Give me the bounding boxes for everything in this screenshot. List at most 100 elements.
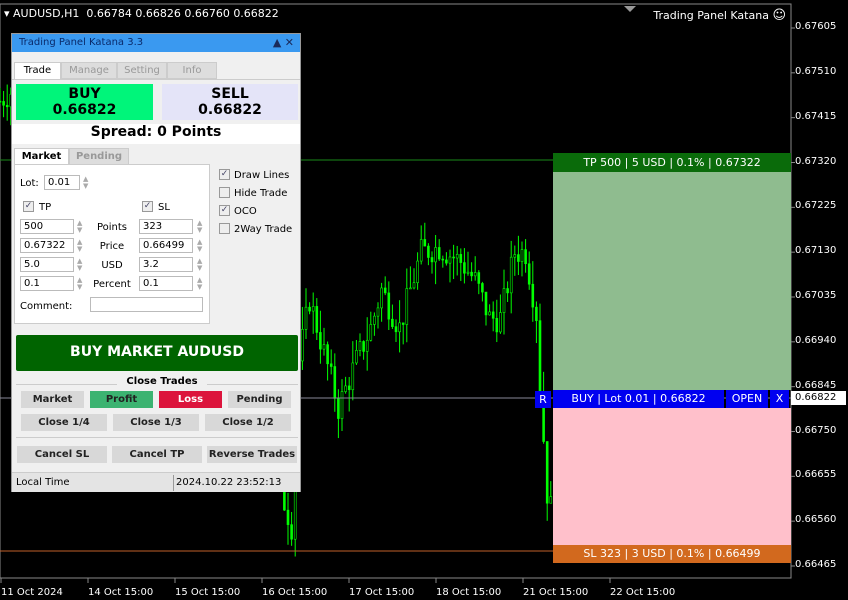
close-order-button[interactable]: X [770, 390, 789, 408]
sl-stepper[interactable]: ▲ ▼ [197, 277, 202, 291]
sl-stepper[interactable]: ▲ ▼ [197, 220, 202, 234]
candle-body [445, 259, 448, 264]
close-profit-button[interactable]: Profit [90, 391, 153, 408]
tp-checkbox[interactable]: ✓ [23, 201, 34, 212]
option-checkbox[interactable]: ✓ [219, 205, 230, 216]
close-loss-button[interactable]: Loss [159, 391, 222, 408]
trading-panel: Trading Panel Katana 3.3 ▲ ✕ Trade Manage… [11, 33, 301, 492]
option-label: Hide Trade [234, 188, 288, 199]
tp-bar[interactable]: TP 500 | 5 USD | 0.1% | 0.67322 [553, 153, 791, 172]
sell-price: 0.66822 [198, 102, 262, 118]
candle-body [477, 272, 481, 284]
close-fraction-button[interactable]: Close 1/4 [21, 414, 107, 431]
candle-body [365, 339, 369, 352]
candle-body [344, 385, 347, 392]
option-checkbox[interactable] [219, 223, 230, 234]
tp-usd-input[interactable]: 5.0 [20, 257, 74, 272]
sl-bar[interactable]: SL 323 | 3 USD | 0.1% | 0.66499 [553, 545, 791, 563]
sl-stepper[interactable]: ▲ ▼ [197, 239, 202, 253]
candle-body [405, 288, 409, 325]
cancel-tp-button[interactable]: Cancel TP [112, 446, 202, 463]
reverse-button[interactable]: R [535, 391, 551, 408]
close-fraction-button[interactable]: Close 1/3 [113, 414, 199, 431]
tp-stepper[interactable]: ▲ ▼ [77, 258, 82, 272]
candle-body [337, 398, 340, 419]
row-label: Points [96, 222, 128, 233]
x-tick-label: 15 Oct 15:00 [175, 587, 241, 598]
candle-body [419, 239, 423, 262]
lot-input[interactable]: 0.01 [44, 175, 80, 190]
tp-stepper[interactable]: ▲ ▼ [77, 239, 82, 253]
close-fraction-button[interactable]: Close 1/2 [205, 414, 291, 431]
close-market-button[interactable]: Market [21, 391, 84, 408]
candle-body [441, 258, 445, 261]
candle-body [434, 247, 437, 263]
tab-info[interactable]: Info [167, 62, 217, 79]
sl-usd-input[interactable]: 3.2 [139, 257, 193, 272]
sell-button[interactable]: SELL 0.66822 [162, 84, 298, 120]
sl-points-input[interactable]: 323 [139, 219, 193, 234]
candle-body [430, 257, 434, 263]
candle-body [326, 344, 329, 365]
y-tick-label: 0.67510 [795, 65, 837, 77]
candle-body [499, 312, 502, 333]
market-form: Lot: 0.01 ▲ ▼ ✓ TP ✓ SL 500 ▲ ▼ Points 323… [14, 164, 210, 324]
candle-body [311, 306, 315, 312]
status-bar: Local Time 2024.10.22 23:52:13 [12, 472, 300, 492]
candle-body [394, 326, 398, 333]
smile-icon: ☺ [772, 8, 786, 23]
cancel-sl-button[interactable]: Cancel SL [17, 446, 107, 463]
subtab-pending[interactable]: Pending [69, 148, 129, 165]
buy-market-button[interactable]: BUY MARKET AUDUSD [16, 335, 298, 371]
candle-body [373, 315, 376, 325]
tp-percent-input[interactable]: 0.1 [20, 276, 74, 291]
candle-body [470, 271, 473, 277]
candle-body [455, 254, 459, 259]
order-bar[interactable]: BUY | Lot 0.01 | 0.66822 [553, 390, 724, 408]
open-button[interactable]: OPEN [726, 390, 768, 408]
sl-checkbox[interactable]: ✓ [142, 201, 153, 212]
y-tick-label: 0.67035 [795, 290, 837, 301]
sl-percent-input[interactable]: 0.1 [139, 276, 193, 291]
minimize-close-icon[interactable]: ▲ ✕ [273, 36, 294, 49]
candle-body [448, 256, 452, 264]
tab-manage[interactable]: Manage [61, 62, 117, 79]
comment-input[interactable] [90, 297, 203, 312]
close-pending-button[interactable]: Pending [228, 391, 291, 408]
spread-label: Spread: 0 Points [12, 124, 300, 144]
option-label: Draw Lines [234, 170, 290, 181]
option-checkbox[interactable]: ✓ [219, 169, 230, 180]
lot-stepper[interactable]: ▲ ▼ [83, 176, 88, 190]
candle-body [463, 262, 466, 274]
sell-label: SELL [211, 86, 249, 102]
option-checkbox[interactable] [219, 187, 230, 198]
tab-setting[interactable]: Setting [117, 62, 167, 79]
candle-body [398, 322, 401, 333]
y-tick-label: 0.66750 [795, 424, 837, 436]
candle-body [376, 307, 380, 317]
panel-title-bar[interactable]: Trading Panel Katana 3.3 ▲ ✕ [12, 34, 300, 52]
candle-body [491, 311, 495, 319]
candle-body [466, 271, 470, 274]
candle-body [387, 292, 391, 320]
subtab-market[interactable]: Market [14, 148, 69, 165]
tp-stepper[interactable]: ▲ ▼ [77, 277, 82, 291]
tp-stepper[interactable]: ▲ ▼ [77, 220, 82, 234]
candle-body [409, 287, 412, 290]
brand-label: Trading Panel Katana ☺ [653, 8, 786, 23]
tp-price-input[interactable]: 0.67322 [20, 238, 74, 253]
candle-body [2, 101, 5, 106]
candle-body [351, 362, 355, 391]
reverse-trades-button[interactable]: Reverse Trades [207, 446, 297, 463]
sl-stepper[interactable]: ▲ ▼ [197, 258, 202, 272]
candle-body [437, 247, 441, 260]
tab-trade[interactable]: Trade [14, 62, 61, 79]
candle-body [380, 287, 383, 309]
current-price-label: 0.66822 [791, 391, 846, 405]
candle-body [412, 282, 416, 289]
y-tick-label: 0.67225 [795, 200, 837, 212]
tp-points-input[interactable]: 500 [20, 219, 74, 234]
candle-body [333, 366, 337, 399]
buy-button[interactable]: BUY 0.66822 [16, 84, 153, 120]
sl-price-input[interactable]: 0.66499 [139, 238, 193, 253]
